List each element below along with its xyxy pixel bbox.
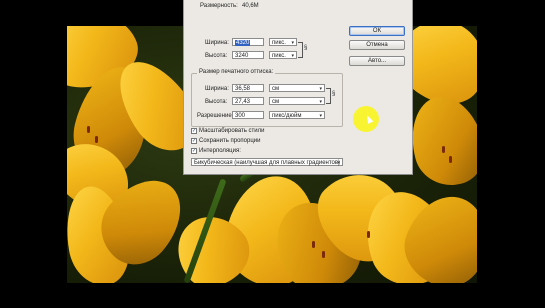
resample-checkbox[interactable]: ✓ Интерполяция: [191,148,241,154]
print-height-field[interactable]: 27,43 [232,97,264,105]
chain-link-icon: § [332,91,336,97]
print-width-unit-select[interactable]: см ▾ [269,84,325,92]
print-size-title: Размер печатного оттиска: [197,69,276,75]
pixel-width-value: 4320 [235,40,251,46]
scale-styles-checkbox[interactable]: ✓ Масштабировать стили [191,128,265,134]
pixel-width-unit-select[interactable]: пикс. ▾ [269,38,297,46]
print-width-field[interactable]: 36,58 [232,84,264,92]
print-link-bracket [326,88,331,104]
resample-method-select[interactable]: Бикубическая (наилучшая для плавных град… [191,158,343,166]
constrain-proportions-checkbox[interactable]: ✓ Сохранить пропорции [191,138,260,144]
pixel-height-label: Высота: [205,53,228,59]
dimensions-label: Размерность: [200,3,238,9]
scale-styles-label: Масштабировать стили [199,128,265,134]
checkmark-icon: ✓ [191,128,197,134]
ok-button[interactable]: ОК [349,26,405,36]
resolution-unit-select[interactable]: пикс/дюйм ▾ [269,111,325,119]
resolution-field[interactable]: 300 [232,111,264,119]
chevron-down-icon: ▾ [319,86,322,92]
pixel-height-unit-select[interactable]: пикс. ▾ [269,51,297,59]
resolution-value: 300 [235,113,246,119]
auto-button[interactable]: Авто... [349,56,405,66]
dimensions-value: 40,6M [242,3,259,9]
chevron-down-icon: ▾ [291,53,294,59]
constrain-proportions-label: Сохранить пропорции [199,138,261,144]
chain-link-icon: § [304,45,308,51]
resolution-unit: пикс/дюйм [272,113,302,119]
print-height-value: 27,43 [235,99,251,105]
print-height-unit-select[interactable]: см ▾ [269,97,325,105]
cancel-button[interactable]: Отмена [349,40,405,50]
chevron-down-icon: ▾ [319,99,322,105]
print-width-unit: см [272,86,280,92]
chevron-down-icon: ▾ [337,160,340,166]
pixel-height-unit: пикс. [272,53,286,59]
print-height-unit: см [272,99,280,105]
image-size-dialog: Размерность: 40,6M Ширина: 4320 пикс. ▾ В… [183,0,413,175]
print-height-label: Высота: [205,99,228,105]
chevron-down-icon: ▾ [319,113,322,119]
chevron-down-icon: ▾ [291,40,294,46]
pixel-link-bracket [298,42,303,58]
pixel-height-value: 3240 [235,53,249,59]
print-width-label: Ширина: [205,86,229,92]
resample-method-value: Бикубическая (наилучшая для плавных град… [194,160,341,166]
print-width-value: 36,58 [235,86,251,92]
pixel-height-field[interactable]: 3240 [232,51,264,59]
resolution-label: Разрешение: [197,113,234,119]
pixel-width-unit: пикс. [272,40,286,46]
pixel-width-label: Ширина: [205,40,229,46]
checkmark-icon: ✓ [191,138,197,144]
checkmark-icon: ✓ [191,148,197,154]
resample-label: Интерполяция: [199,148,241,154]
pixel-width-field[interactable]: 4320 [232,38,264,46]
